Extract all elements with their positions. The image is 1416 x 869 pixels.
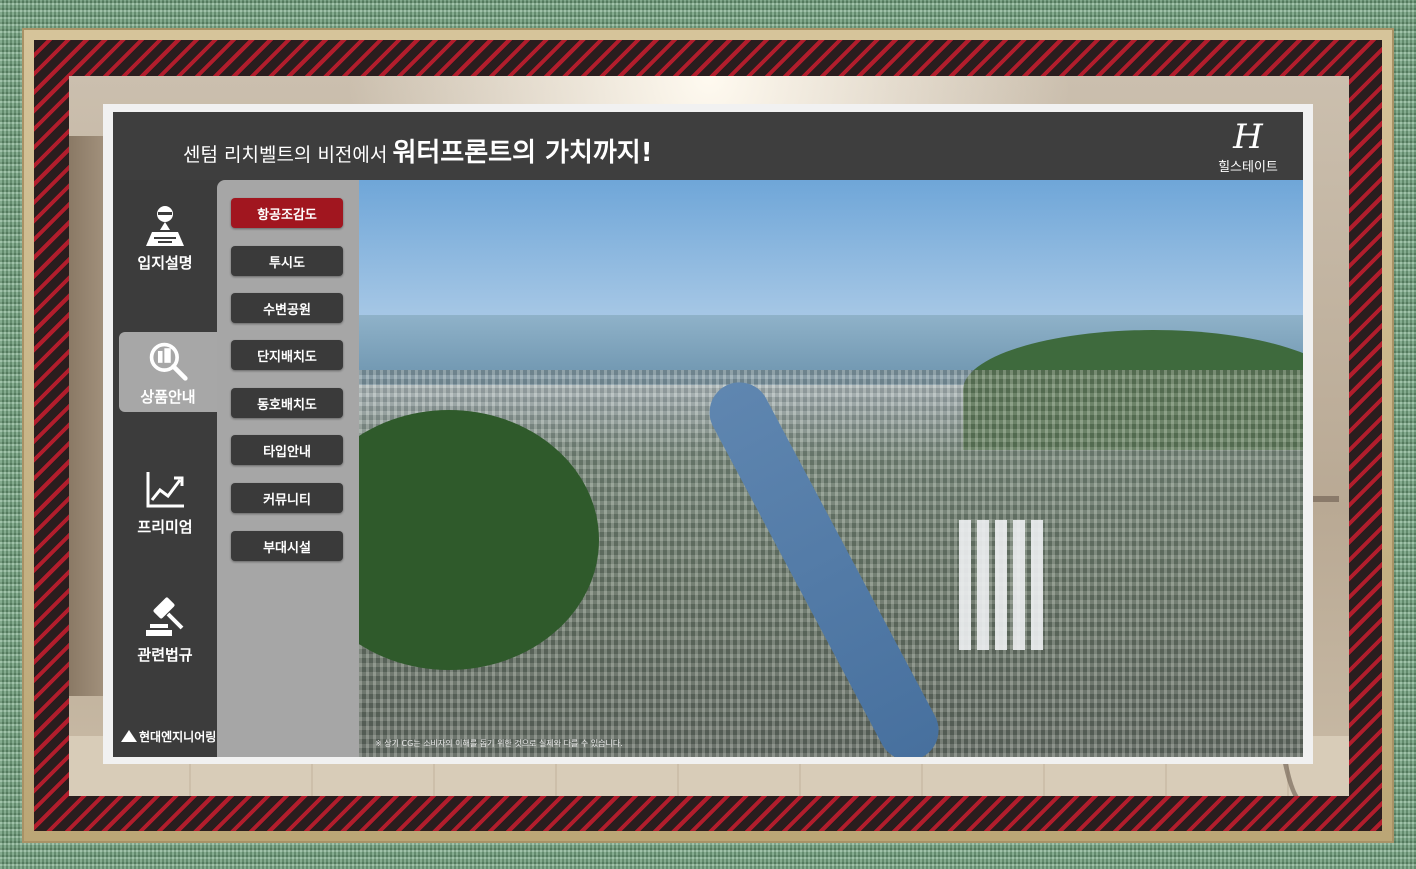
magnify-building-icon bbox=[149, 342, 188, 381]
location-icon bbox=[146, 206, 184, 246]
nav-item-label: 상품안내 bbox=[140, 388, 196, 406]
nav-item-label: 프리미엄 bbox=[137, 518, 193, 536]
nav-item-label: 관련법규 bbox=[137, 646, 193, 664]
page-title: 센텀 리치벨트의 비전에서 워터프론트의 가치까지! bbox=[183, 132, 653, 169]
nav-item-location[interactable]: 입지설명 bbox=[113, 202, 217, 282]
brand-name: 힐스테이트 bbox=[1218, 160, 1278, 175]
corp-logo: 현대엔지니어링 bbox=[121, 728, 216, 745]
highlighted-towers bbox=[959, 520, 1049, 650]
header-bar: 센텀 리치벨트의 비전에서 워터프론트의 가치까지! H 힐스테이트 bbox=[113, 112, 1303, 180]
submenu-facilities[interactable]: 부대시설 bbox=[231, 531, 343, 561]
nav-item-product[interactable]: 상품안내 bbox=[119, 332, 217, 412]
brand-logo[interactable]: H 힐스테이트 bbox=[1213, 120, 1283, 175]
main-nav: 입지설명 상품안내 프리미엄 관련법규 현대엔지니어링 bbox=[113, 180, 217, 757]
triangle-logo-icon bbox=[121, 730, 137, 742]
brand-mark-icon: H bbox=[1233, 117, 1263, 157]
submenu-waterside-park[interactable]: 수변공원 bbox=[231, 293, 343, 323]
submenu-unit-plan[interactable]: 동호배치도 bbox=[231, 388, 343, 418]
submenu-site-plan[interactable]: 단지배치도 bbox=[231, 340, 343, 370]
gavel-icon bbox=[146, 597, 184, 636]
title-prefix: 센텀 리치벨트의 비전에서 bbox=[183, 144, 388, 166]
chart-growth-icon bbox=[146, 472, 184, 508]
nav-item-premium[interactable]: 프리미엄 bbox=[113, 466, 217, 546]
corp-name: 현대엔지니어링 bbox=[139, 730, 217, 744]
title-highlight: 워터프론트의 가치까지! bbox=[392, 138, 653, 168]
submenu-type-info[interactable]: 타입안내 bbox=[231, 435, 343, 465]
submenu-aerial-view[interactable]: 항공조감도 bbox=[231, 198, 343, 228]
aerial-view-image: ※ 상기 CG는 소비자의 이해를 돕기 위한 것으로 실제와 다를 수 있습니… bbox=[359, 180, 1303, 757]
submenu-community[interactable]: 커뮤니티 bbox=[231, 483, 343, 513]
kiosk-display: 센텀 리치벨트의 비전에서 워터프론트의 가치까지! H 힐스테이트 입지설명 bbox=[113, 112, 1303, 757]
submenu-perspective[interactable]: 투시도 bbox=[231, 246, 343, 276]
kiosk-screen: 센텀 리치벨트의 비전에서 워터프론트의 가치까지! H 힐스테이트 입지설명 bbox=[103, 104, 1313, 764]
nav-item-label: 입지설명 bbox=[137, 254, 193, 272]
nav-item-regulations[interactable]: 관련법규 bbox=[113, 594, 217, 674]
submenu-panel: 항공조감도 투시도 수변공원 단지배치도 동호배치도 타입안내 커뮤니티 부대시… bbox=[217, 180, 359, 757]
cg-disclaimer: ※ 상기 CG는 소비자의 이해를 돕기 위한 것으로 실제와 다를 수 있습니… bbox=[375, 739, 623, 748]
